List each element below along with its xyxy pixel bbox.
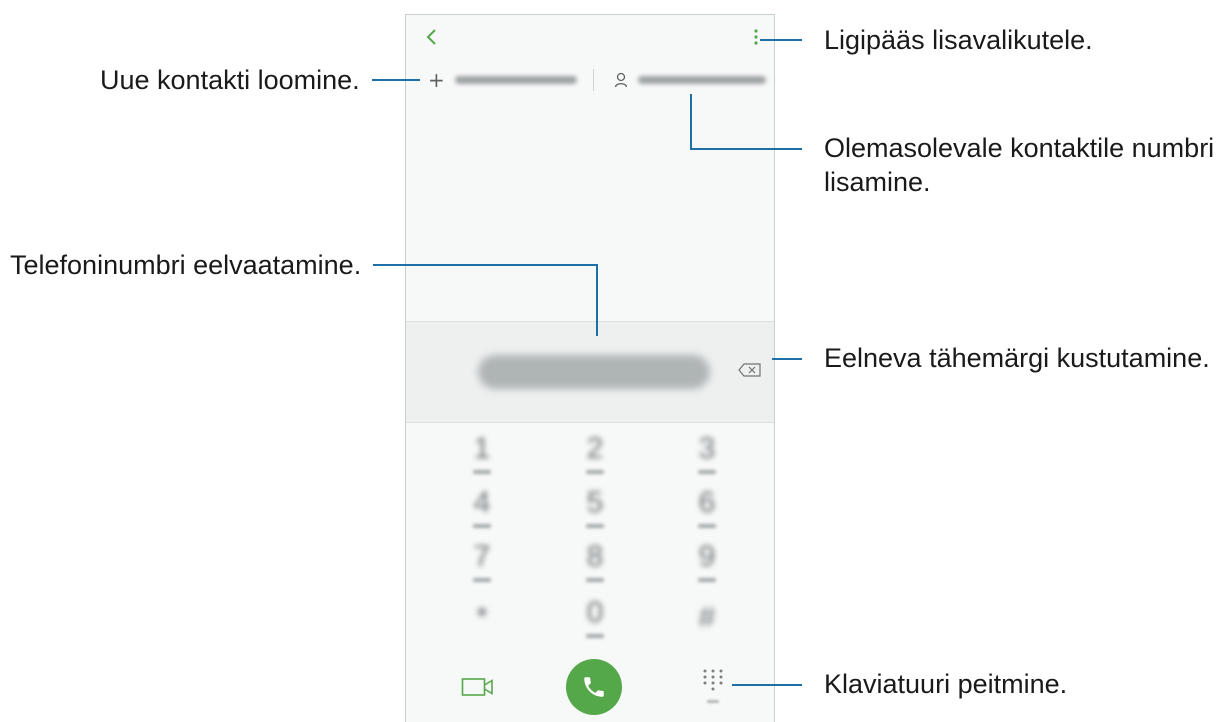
hide-keypad-button[interactable] [696,665,730,709]
callout-update-existing-line1: Olemasolevale kontaktile numbri [824,133,1215,163]
key-hash[interactable]: # [662,591,752,645]
callout-hide-keypad: Klaviatuuri peitmine. [824,669,1068,699]
back-button[interactable] [420,25,444,49]
keypad-icon [703,669,723,703]
phone-icon [584,677,604,697]
key-letters [698,578,716,582]
key-9[interactable]: 9 [662,535,752,589]
dialer-screen: + 1 2 3 4 5 6 7 8 9 * 0 # [405,14,775,722]
key-digit: 2 [586,432,604,465]
action-divider [593,69,594,91]
callout-more-options: Ligipääs lisavalikutele. [824,25,1093,55]
plus-icon: + [428,68,445,92]
key-letters [586,634,604,638]
key-digit: 4 [473,486,491,519]
key-digit: 7 [473,540,491,573]
contact-action-row: + [406,65,774,95]
key-letters [698,470,716,474]
key-4[interactable]: 4 [437,481,527,535]
back-arrow-icon [426,29,436,45]
callout-update-existing-line2: lisamine. [824,167,931,197]
create-contact-button[interactable]: + [428,65,577,95]
callout-line-update-existing-h [690,148,802,150]
callout-line-create-contact [372,79,420,81]
create-contact-label [454,76,577,84]
call-action-bar [406,651,774,722]
key-letters [698,524,716,528]
key-6[interactable]: 6 [662,481,752,535]
key-digit: 1 [473,432,491,465]
key-digit: # [698,601,716,634]
more-options-button[interactable] [744,25,768,49]
video-call-icon [461,678,493,696]
dial-keypad: 1 2 3 4 5 6 7 8 9 * 0 # [406,427,774,649]
key-1[interactable]: 1 [437,427,527,481]
key-2[interactable]: 2 [550,427,640,481]
key-letters [586,578,604,582]
key-7[interactable]: 7 [437,535,527,589]
person-icon [614,72,628,88]
key-digit: * [476,601,488,634]
number-preview [478,355,710,389]
key-letters [473,470,491,474]
callout-line-number-preview-h [373,264,598,266]
callout-line-update-existing-v [690,94,692,150]
callout-line-more-options [760,39,802,41]
key-letters [473,578,491,582]
key-letters [586,470,604,474]
key-digit: 8 [586,540,604,573]
key-digit: 9 [698,540,716,573]
key-letters [586,524,604,528]
key-5[interactable]: 5 [550,481,640,535]
backspace-icon [738,363,761,377]
update-existing-label [638,76,766,84]
key-star[interactable]: * [437,591,527,645]
callout-create-contact: Uue kontakti loomine. [100,65,360,95]
key-0[interactable]: 0 [550,591,640,645]
key-digit: 0 [586,596,604,629]
update-existing-button[interactable] [614,65,766,95]
video-call-button[interactable] [458,673,498,701]
callout-number-preview: Telefoninumbri eelvaatamine. [10,250,362,280]
number-display-area [406,321,774,423]
key-8[interactable]: 8 [550,535,640,589]
key-3[interactable]: 3 [662,427,752,481]
call-button[interactable] [566,659,622,715]
callout-delete-char: Eelneva tähemärgi kustutamine. [824,343,1210,373]
key-letters [473,524,491,528]
key-digit: 5 [586,486,604,519]
key-digit: 3 [698,432,716,465]
callout-line-hide-keypad [732,684,802,686]
callout-line-delete-char [772,358,802,360]
more-options-icon [754,29,758,45]
backspace-button[interactable] [736,359,764,381]
callout-line-number-preview-v [596,264,598,336]
key-digit: 6 [698,486,716,519]
